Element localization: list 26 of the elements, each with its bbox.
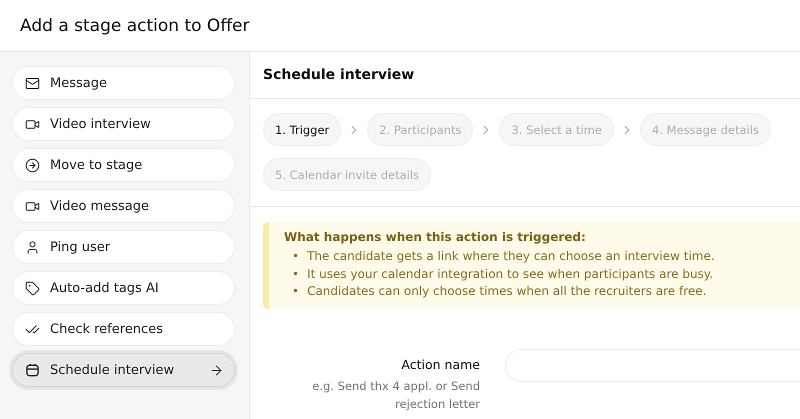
action-item[interactable]: Auto-add tags AI	[12, 271, 235, 305]
callout-title: What happens when this action is triggered:	[284, 230, 587, 244]
dialog-title: Add a stage action to Offer	[20, 16, 250, 36]
mail-icon	[25, 76, 40, 90]
action-item[interactable]: Move to stage	[12, 148, 235, 182]
step-tab[interactable]: 1. Trigger	[263, 113, 342, 146]
callout-item: Candidates can only choose times when all the recruiters are free.	[307, 283, 706, 300]
action-item[interactable]: Video interview	[12, 107, 235, 141]
field-label: Action name	[400, 356, 480, 372]
user-icon	[25, 240, 40, 254]
action-item[interactable]: Check references	[12, 312, 235, 346]
tag-icon	[25, 280, 40, 296]
callout-item: It uses your calendar integration to see when participants are busy.	[307, 266, 714, 282]
bullet: •	[292, 266, 300, 282]
field-hint: e.g. Send thx 4 appl. or Send rejection letter	[311, 378, 480, 412]
action-item[interactable]: Ping user	[12, 230, 235, 264]
arrow-right-icon	[209, 362, 224, 378]
calendar-icon	[25, 362, 40, 378]
arrow-circle-icon	[25, 158, 40, 172]
bullet: •	[292, 248, 300, 265]
callout-item: The candidate gets a link where they can choose an interview time.	[307, 248, 715, 265]
panel-title: Schedule interview	[263, 67, 414, 83]
action-item[interactable]: Video message	[12, 189, 235, 223]
action-item[interactable]: Message	[12, 66, 235, 100]
bullet: •	[292, 283, 300, 300]
action-item[interactable]: Schedule interview	[12, 353, 235, 387]
